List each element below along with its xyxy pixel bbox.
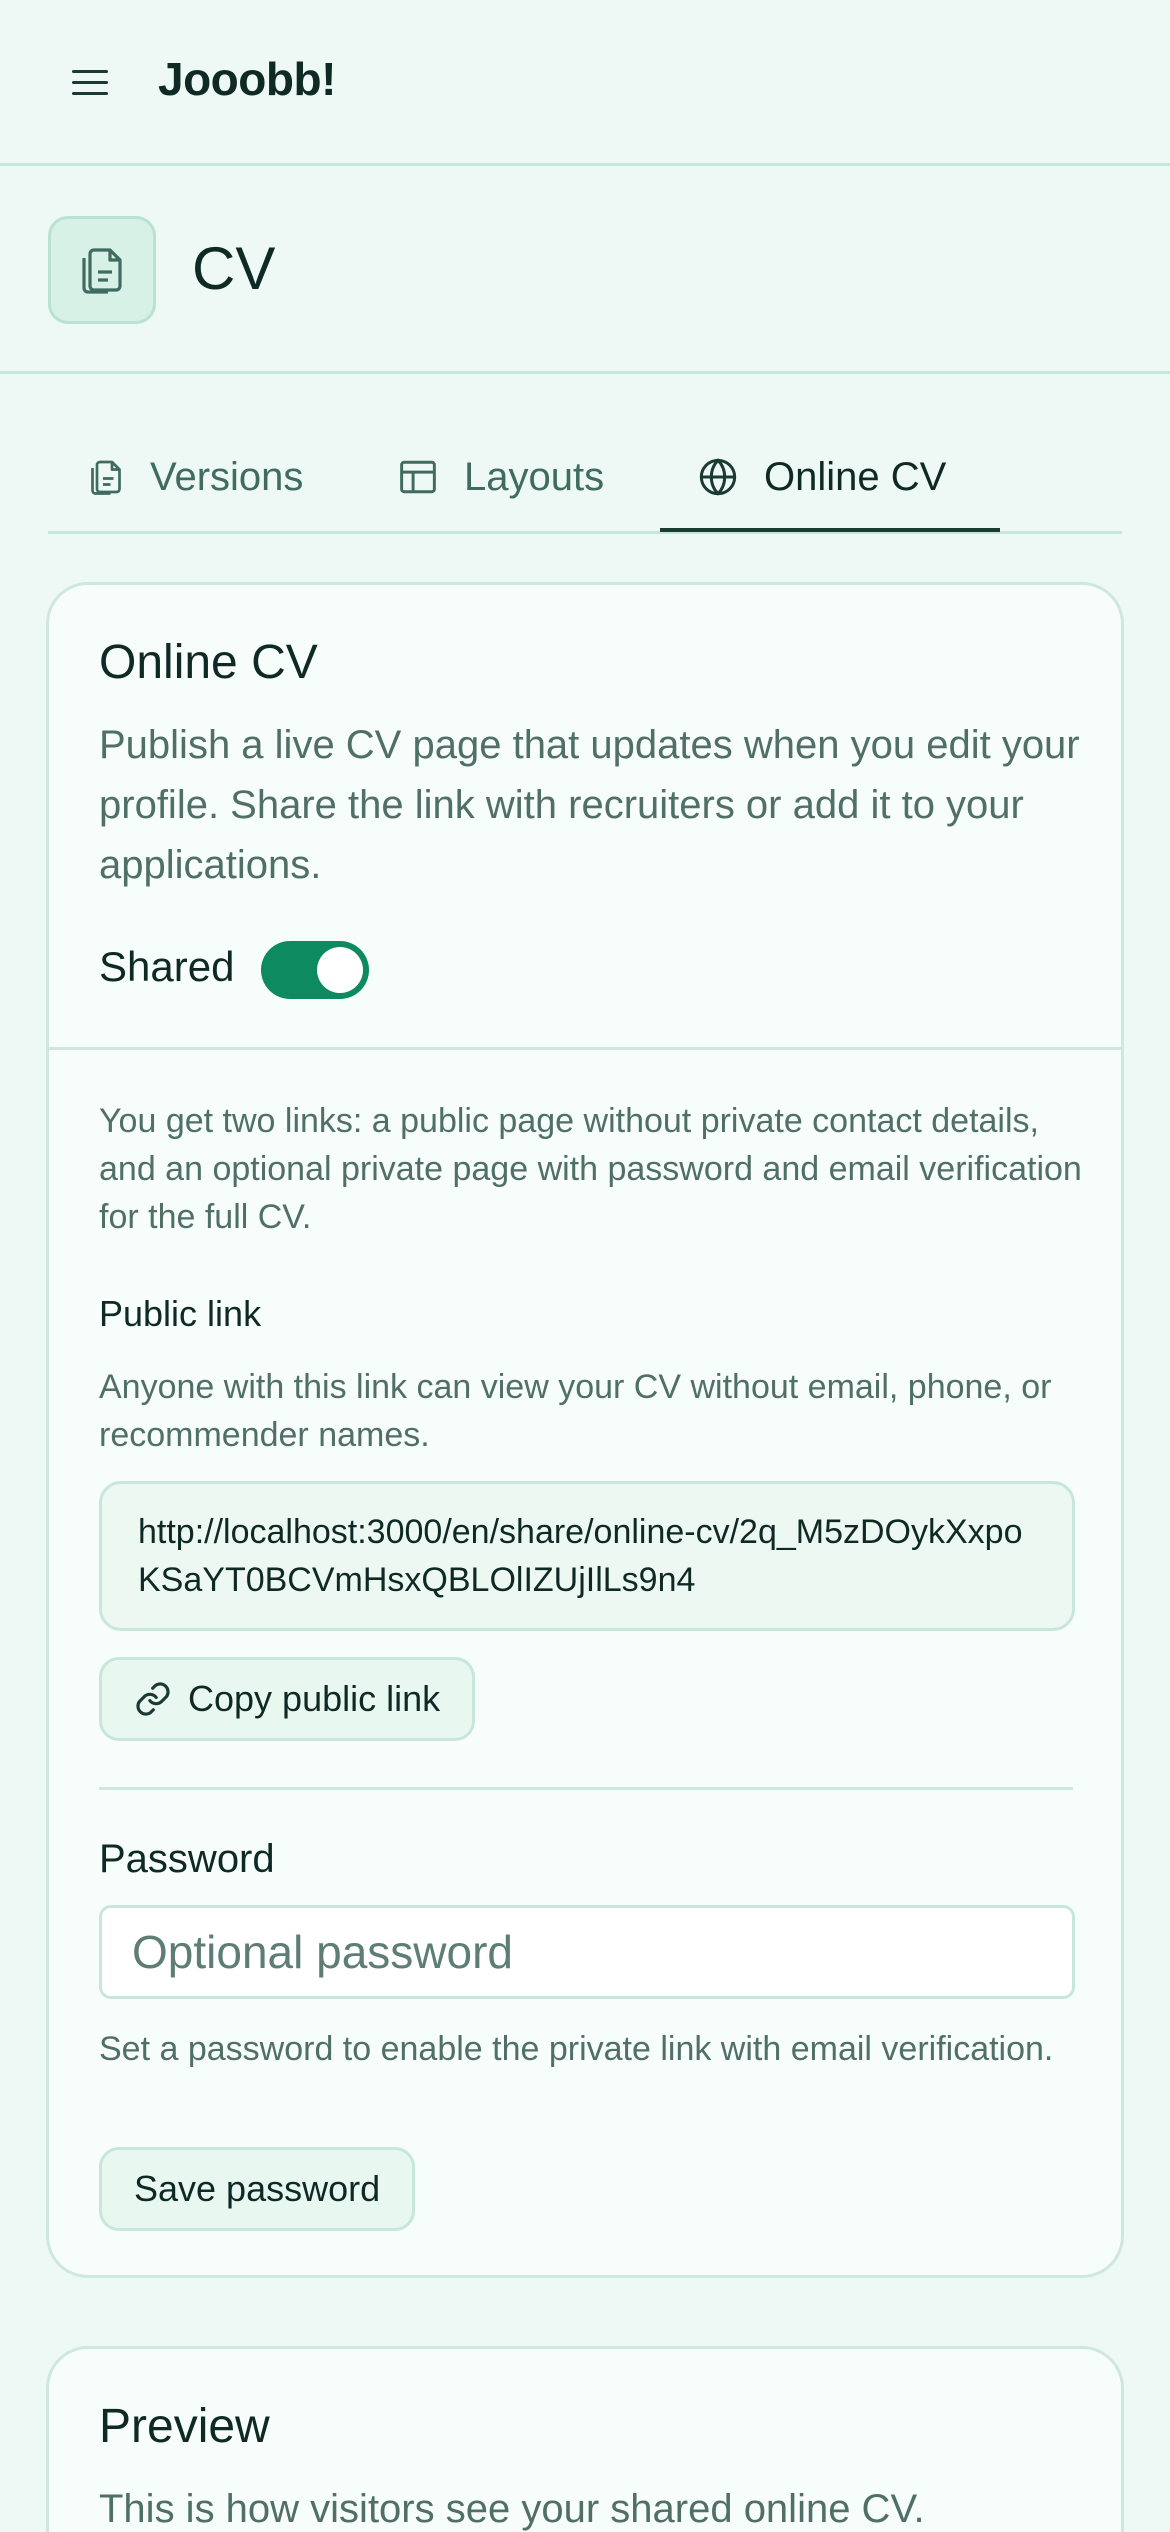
tab-bar: Versions Layouts Online CV [48,420,1122,534]
preview-description: This is how visitors see your shared onl… [99,2487,925,2531]
tab-versions[interactable]: Versions [88,420,303,534]
menu-icon[interactable] [66,62,114,102]
page-title: CV [192,235,276,302]
document-copy-icon [48,216,156,324]
password-label: Password [99,1837,275,1881]
tab-label: Layouts [464,454,605,499]
toggle-knob [317,947,363,993]
tab-label: Online CV [764,454,947,499]
page-header: CV [0,166,1170,374]
shared-label: Shared [99,943,235,990]
password-help: Set a password to enable the private lin… [99,2030,1054,2068]
tab-online-cv[interactable]: Online CV [698,420,946,534]
shared-toggle[interactable] [261,941,369,999]
tab-label: Versions [150,454,304,499]
online-cv-card: Online CV Publish a live CV page that up… [46,582,1124,2278]
section-divider [49,1047,1121,1050]
section-divider [99,1787,1073,1790]
link-icon [136,1682,170,1716]
button-label: Copy public link [188,1678,441,1719]
button-label: Save password [134,2168,381,2209]
copy-public-link-button[interactable]: Copy public link [99,1657,476,1741]
preview-card: Preview This is how visitors see your sh… [46,2346,1124,2532]
password-input[interactable] [99,1905,1075,1999]
public-link-help: Anyone with this link can view your CV w… [99,1368,1052,1454]
preview-title: Preview [99,2400,270,2453]
public-link-label: Public link [99,1293,262,1334]
tab-active-indicator [660,528,1000,532]
document-copy-icon [91,460,121,495]
top-bar: Jooobb! [0,0,1170,166]
tab-layouts[interactable]: Layouts [398,420,604,534]
save-password-button[interactable]: Save password [99,2147,416,2231]
layout-icon [400,460,436,494]
links-info-text: You get two links: a public page without… [99,1102,1082,1236]
card-title: Online CV [99,636,318,689]
globe-icon [699,458,737,496]
brand-logo[interactable]: Jooobb! [158,52,336,106]
card-description: Publish a live CV page that updates when… [99,723,1080,887]
public-link-url[interactable]: http://localhost:3000/en/share/online-cv… [99,1481,1075,1631]
